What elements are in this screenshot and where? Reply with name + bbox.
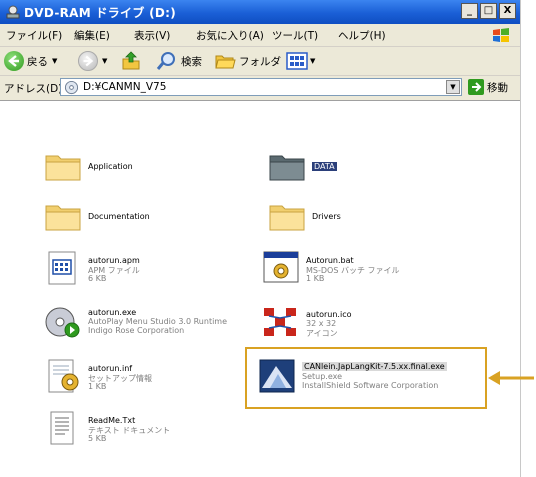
forward-dropdown-icon[interactable]: ▼	[102, 57, 107, 65]
back-button[interactable]: 戻る ▼	[4, 50, 57, 72]
toolbar: 戻る ▼ ▼ 検索 フォルダ ▼	[0, 47, 520, 76]
address-dropdown-icon[interactable]: ▼	[446, 80, 460, 94]
folder-icon	[45, 205, 81, 231]
ico-file-icon	[264, 308, 296, 336]
maximize-button[interactable]: □	[480, 3, 497, 19]
search-icon	[156, 52, 175, 70]
file-name: autorun.exe	[88, 308, 137, 317]
go-label: 移動	[487, 81, 508, 94]
inf-file-icon	[48, 359, 79, 393]
minimize-button[interactable]: _	[461, 3, 478, 19]
views-grid-icon	[286, 52, 308, 70]
address-input[interactable]: D:¥CANMN_V75 ▼	[60, 78, 462, 96]
menu-file[interactable]: ファイル(F)	[6, 28, 62, 43]
file-name: autorun.ico	[306, 310, 352, 319]
address-value: D:¥CANMN_V75	[83, 81, 167, 93]
highlight-frame	[245, 347, 487, 409]
file-detail: 1 KB	[306, 274, 325, 283]
up-folder-button[interactable]	[120, 50, 142, 72]
windows-logo-icon	[493, 28, 509, 42]
file-name: Application	[88, 162, 133, 171]
menu-tools[interactable]: ツール(T)	[272, 28, 318, 43]
file-type: AutoPlay Menu Studio 3.0 Runtime	[88, 317, 228, 326]
pointer-arrow-icon	[488, 371, 534, 385]
menu-favorites[interactable]: お気に入り(A)	[196, 28, 264, 43]
window-title: DVD-RAM ドライブ (D:)	[24, 6, 177, 20]
folders-label: フォルダ	[239, 55, 281, 68]
close-button[interactable]: X	[499, 3, 516, 19]
menu-help[interactable]: ヘルプ(H)	[338, 28, 386, 43]
explorer-window: DVD-RAM ドライブ (D:) _ □ X ファイル(F) 編集(E) 表示…	[0, 0, 521, 477]
back-arrow-icon	[4, 51, 24, 71]
views-dropdown-icon[interactable]: ▼	[310, 57, 315, 65]
views-button[interactable]: ▼	[286, 50, 315, 72]
address-label: アドレス(D)	[4, 83, 63, 95]
search-label: 検索	[181, 55, 202, 68]
folder-dark-icon	[269, 155, 305, 181]
folder-icon	[45, 155, 81, 181]
menu-bar: ファイル(F) 編集(E) 表示(V) お気に入り(A) ツール(T) ヘルプ(…	[0, 24, 520, 47]
file-detail: Indigo Rose Corporation	[88, 326, 185, 335]
search-button[interactable]: 検索	[156, 50, 202, 72]
file-name: Documentation	[88, 212, 150, 221]
file-name: ReadMe.Txt	[88, 416, 136, 425]
up-folder-icon	[122, 51, 140, 70]
go-button[interactable]: 移動	[468, 79, 508, 95]
autoplay-exe-icon	[45, 307, 80, 338]
apm-file-icon	[48, 251, 76, 285]
menu-view[interactable]: 表示(V)	[134, 28, 170, 43]
folders-button[interactable]: フォルダ	[214, 50, 281, 72]
folder-icon	[269, 205, 305, 231]
address-bar: アドレス(D) D:¥CANMN_V75 ▼ 移動	[0, 76, 520, 101]
drive-icon	[6, 5, 20, 19]
back-dropdown-icon[interactable]: ▼	[52, 57, 57, 65]
back-label: 戻る	[27, 55, 48, 68]
forward-button[interactable]: ▼	[78, 50, 107, 72]
file-name: DATA	[312, 162, 337, 171]
forward-arrow-icon	[78, 51, 98, 71]
file-name: Drivers	[312, 212, 341, 221]
go-arrow-icon	[468, 79, 484, 95]
file-name: autorun.inf	[88, 364, 133, 373]
batch-file-icon	[263, 251, 299, 283]
file-detail: 1 KB	[88, 382, 107, 391]
file-detail: 5 KB	[88, 434, 107, 443]
title-bar[interactable]: DVD-RAM ドライブ (D:) _ □ X	[0, 0, 520, 24]
file-type: 32 x 32	[306, 319, 337, 328]
file-detail: アイコン	[306, 329, 338, 338]
file-detail: 6 KB	[88, 274, 107, 283]
folders-icon	[215, 55, 236, 69]
menu-edit[interactable]: 編集(E)	[74, 28, 110, 43]
text-file-icon	[50, 411, 74, 445]
file-name: Autorun.bat	[306, 256, 354, 265]
cd-drive-icon	[64, 80, 79, 95]
file-name: autorun.apm	[88, 256, 140, 265]
